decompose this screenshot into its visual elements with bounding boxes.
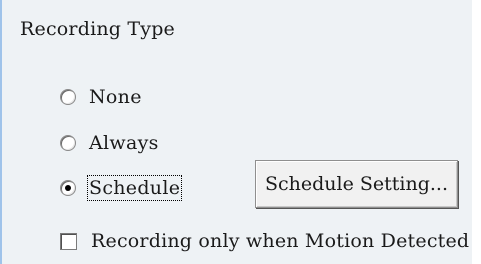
- group-title: Recording Type: [20, 18, 176, 40]
- radio-option-schedule[interactable]: Schedule: [60, 175, 183, 201]
- radio-label-none: None: [89, 86, 142, 108]
- radio-option-none[interactable]: None: [60, 86, 142, 108]
- radio-label-schedule: Schedule: [86, 175, 183, 201]
- radio-button-schedule[interactable]: [60, 180, 76, 196]
- radio-selected-dot: [65, 185, 71, 191]
- motion-detected-option[interactable]: Recording only when Motion Detected: [60, 230, 469, 252]
- recording-type-group: Recording Type None Always Schedule Sche…: [0, 0, 472, 264]
- motion-detected-label: Recording only when Motion Detected: [91, 230, 470, 252]
- radio-option-always[interactable]: Always: [60, 132, 159, 154]
- radio-button-none[interactable]: [60, 89, 76, 105]
- radio-label-always: Always: [89, 132, 159, 154]
- schedule-setting-button[interactable]: Schedule Setting...: [255, 160, 458, 208]
- motion-detected-checkbox[interactable]: [60, 232, 77, 250]
- radio-button-always[interactable]: [60, 135, 76, 151]
